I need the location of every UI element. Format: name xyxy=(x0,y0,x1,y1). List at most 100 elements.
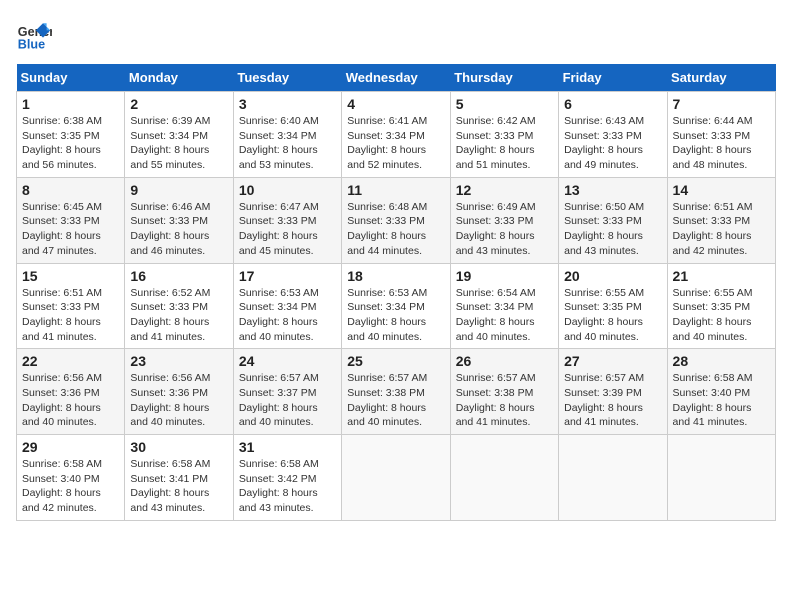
day-number: 2 xyxy=(130,96,227,112)
calendar-cell xyxy=(342,435,450,521)
cell-content: Sunrise: 6:42 AMSunset: 3:33 PMDaylight:… xyxy=(456,115,536,171)
calendar-cell: 20 Sunrise: 6:55 AMSunset: 3:35 PMDayligh… xyxy=(559,263,667,349)
day-number: 29 xyxy=(22,439,119,455)
cell-content: Sunrise: 6:49 AMSunset: 3:33 PMDaylight:… xyxy=(456,201,536,257)
calendar-cell: 3 Sunrise: 6:40 AMSunset: 3:34 PMDaylight… xyxy=(233,92,341,178)
weekday-header: Saturday xyxy=(667,64,775,92)
weekday-header: Wednesday xyxy=(342,64,450,92)
page-header: General Blue xyxy=(16,16,776,52)
calendar-cell: 27Sunrise: 6:57 AMSunset: 3:39 PMDayligh… xyxy=(559,349,667,435)
cell-content: Sunrise: 6:51 AMSunset: 3:33 PMDaylight:… xyxy=(22,287,102,343)
calendar-cell: 12 Sunrise: 6:49 AMSunset: 3:33 PMDayligh… xyxy=(450,177,558,263)
logo-icon: General Blue xyxy=(16,16,52,52)
calendar-cell: 25Sunrise: 6:57 AMSunset: 3:38 PMDayligh… xyxy=(342,349,450,435)
day-number: 15 xyxy=(22,268,119,284)
day-number: 27 xyxy=(564,353,661,369)
cell-content: Sunrise: 6:38 AMSunset: 3:35 PMDaylight:… xyxy=(22,115,102,171)
svg-text:Blue: Blue xyxy=(18,37,45,51)
calendar-cell: 17 Sunrise: 6:53 AMSunset: 3:34 PMDayligh… xyxy=(233,263,341,349)
day-number: 1 xyxy=(22,96,119,112)
calendar-cell: 14Sunrise: 6:51 AMSunset: 3:33 PMDayligh… xyxy=(667,177,775,263)
calendar-cell: 2 Sunrise: 6:39 AMSunset: 3:34 PMDaylight… xyxy=(125,92,233,178)
calendar-cell: 26 Sunrise: 6:57 AMSunset: 3:38 PMDayligh… xyxy=(450,349,558,435)
calendar-cell: 9Sunrise: 6:46 AMSunset: 3:33 PMDaylight… xyxy=(125,177,233,263)
calendar-cell: 29 Sunrise: 6:58 AMSunset: 3:40 PMDayligh… xyxy=(17,435,125,521)
day-number: 14 xyxy=(673,182,770,198)
day-number: 31 xyxy=(239,439,336,455)
cell-content: Sunrise: 6:58 AMSunset: 3:40 PMDaylight:… xyxy=(22,458,102,514)
cell-content: Sunrise: 6:40 AMSunset: 3:34 PMDaylight:… xyxy=(239,115,319,171)
day-number: 12 xyxy=(456,182,553,198)
cell-content: Sunrise: 6:58 AMSunset: 3:42 PMDaylight:… xyxy=(239,458,319,514)
calendar-week-row: 15 Sunrise: 6:51 AMSunset: 3:33 PMDayligh… xyxy=(17,263,776,349)
cell-content: Sunrise: 6:53 AMSunset: 3:34 PMDaylight:… xyxy=(239,287,319,343)
calendar-cell: 28 Sunrise: 6:58 AMSunset: 3:40 PMDayligh… xyxy=(667,349,775,435)
logo: General Blue xyxy=(16,16,56,52)
cell-content: Sunrise: 6:56 AMSunset: 3:36 PMDaylight:… xyxy=(22,372,102,428)
day-number: 26 xyxy=(456,353,553,369)
day-number: 19 xyxy=(456,268,553,284)
day-number: 5 xyxy=(456,96,553,112)
cell-content: Sunrise: 6:58 AMSunset: 3:40 PMDaylight:… xyxy=(673,372,753,428)
calendar-cell: 8Sunrise: 6:45 AMSunset: 3:33 PMDaylight… xyxy=(17,177,125,263)
cell-content: Sunrise: 6:47 AMSunset: 3:33 PMDaylight:… xyxy=(239,201,319,257)
calendar-cell: 18 Sunrise: 6:53 AMSunset: 3:34 PMDayligh… xyxy=(342,263,450,349)
calendar-week-row: 1 Sunrise: 6:38 AMSunset: 3:35 PMDaylight… xyxy=(17,92,776,178)
day-number: 30 xyxy=(130,439,227,455)
day-number: 4 xyxy=(347,96,444,112)
calendar-table: SundayMondayTuesdayWednesdayThursdayFrid… xyxy=(16,64,776,521)
day-number: 20 xyxy=(564,268,661,284)
calendar-cell: 10 Sunrise: 6:47 AMSunset: 3:33 PMDayligh… xyxy=(233,177,341,263)
calendar-cell xyxy=(559,435,667,521)
calendar-cell: 31 Sunrise: 6:58 AMSunset: 3:42 PMDayligh… xyxy=(233,435,341,521)
weekday-header: Monday xyxy=(125,64,233,92)
calendar-cell: 22 Sunrise: 6:56 AMSunset: 3:36 PMDayligh… xyxy=(17,349,125,435)
cell-content: Sunrise: 6:58 AMSunset: 3:41 PMDaylight:… xyxy=(130,458,210,514)
day-number: 28 xyxy=(673,353,770,369)
cell-content: Sunrise: 6:43 AMSunset: 3:33 PMDaylight:… xyxy=(564,115,644,171)
cell-content: Sunrise: 6:53 AMSunset: 3:34 PMDaylight:… xyxy=(347,287,427,343)
day-number: 13 xyxy=(564,182,661,198)
day-number: 10 xyxy=(239,182,336,198)
cell-content: Sunrise: 6:55 AMSunset: 3:35 PMDaylight:… xyxy=(564,287,644,343)
cell-content: Sunrise: 6:50 AMSunset: 3:33 PMDaylight:… xyxy=(564,201,644,257)
calendar-cell: 15 Sunrise: 6:51 AMSunset: 3:33 PMDayligh… xyxy=(17,263,125,349)
calendar-cell xyxy=(450,435,558,521)
cell-content: Sunrise: 6:41 AMSunset: 3:34 PMDaylight:… xyxy=(347,115,427,171)
day-number: 11 xyxy=(347,182,444,198)
cell-content: Sunrise: 6:55 AMSunset: 3:35 PMDaylight:… xyxy=(673,287,753,343)
calendar-cell: 16Sunrise: 6:52 AMSunset: 3:33 PMDayligh… xyxy=(125,263,233,349)
weekday-header: Thursday xyxy=(450,64,558,92)
calendar-cell: 24 Sunrise: 6:57 AMSunset: 3:37 PMDayligh… xyxy=(233,349,341,435)
day-number: 17 xyxy=(239,268,336,284)
weekday-header: Tuesday xyxy=(233,64,341,92)
cell-content: Sunrise: 6:57 AMSunset: 3:38 PMDaylight:… xyxy=(456,372,536,428)
cell-content: Sunrise: 6:56 AMSunset: 3:36 PMDaylight:… xyxy=(130,372,210,428)
cell-content: Sunrise: 6:57 AMSunset: 3:38 PMDaylight:… xyxy=(347,372,427,428)
calendar-cell: 1 Sunrise: 6:38 AMSunset: 3:35 PMDaylight… xyxy=(17,92,125,178)
header-row: SundayMondayTuesdayWednesdayThursdayFrid… xyxy=(17,64,776,92)
cell-content: Sunrise: 6:44 AMSunset: 3:33 PMDaylight:… xyxy=(673,115,753,171)
cell-content: Sunrise: 6:48 AMSunset: 3:33 PMDaylight:… xyxy=(347,201,427,257)
calendar-cell: 5 Sunrise: 6:42 AMSunset: 3:33 PMDaylight… xyxy=(450,92,558,178)
day-number: 6 xyxy=(564,96,661,112)
calendar-cell: 13 Sunrise: 6:50 AMSunset: 3:33 PMDayligh… xyxy=(559,177,667,263)
calendar-cell: 11 Sunrise: 6:48 AMSunset: 3:33 PMDayligh… xyxy=(342,177,450,263)
day-number: 24 xyxy=(239,353,336,369)
day-number: 18 xyxy=(347,268,444,284)
day-number: 3 xyxy=(239,96,336,112)
calendar-cell: 6 Sunrise: 6:43 AMSunset: 3:33 PMDaylight… xyxy=(559,92,667,178)
cell-content: Sunrise: 6:57 AMSunset: 3:37 PMDaylight:… xyxy=(239,372,319,428)
calendar-cell: 4 Sunrise: 6:41 AMSunset: 3:34 PMDaylight… xyxy=(342,92,450,178)
calendar-cell: 7Sunrise: 6:44 AMSunset: 3:33 PMDaylight… xyxy=(667,92,775,178)
day-number: 9 xyxy=(130,182,227,198)
weekday-header: Friday xyxy=(559,64,667,92)
calendar-cell: 30 Sunrise: 6:58 AMSunset: 3:41 PMDayligh… xyxy=(125,435,233,521)
day-number: 16 xyxy=(130,268,227,284)
day-number: 8 xyxy=(22,182,119,198)
calendar-cell: 23Sunrise: 6:56 AMSunset: 3:36 PMDayligh… xyxy=(125,349,233,435)
day-number: 22 xyxy=(22,353,119,369)
calendar-week-row: 22 Sunrise: 6:56 AMSunset: 3:36 PMDayligh… xyxy=(17,349,776,435)
cell-content: Sunrise: 6:39 AMSunset: 3:34 PMDaylight:… xyxy=(130,115,210,171)
calendar-week-row: 29 Sunrise: 6:58 AMSunset: 3:40 PMDayligh… xyxy=(17,435,776,521)
